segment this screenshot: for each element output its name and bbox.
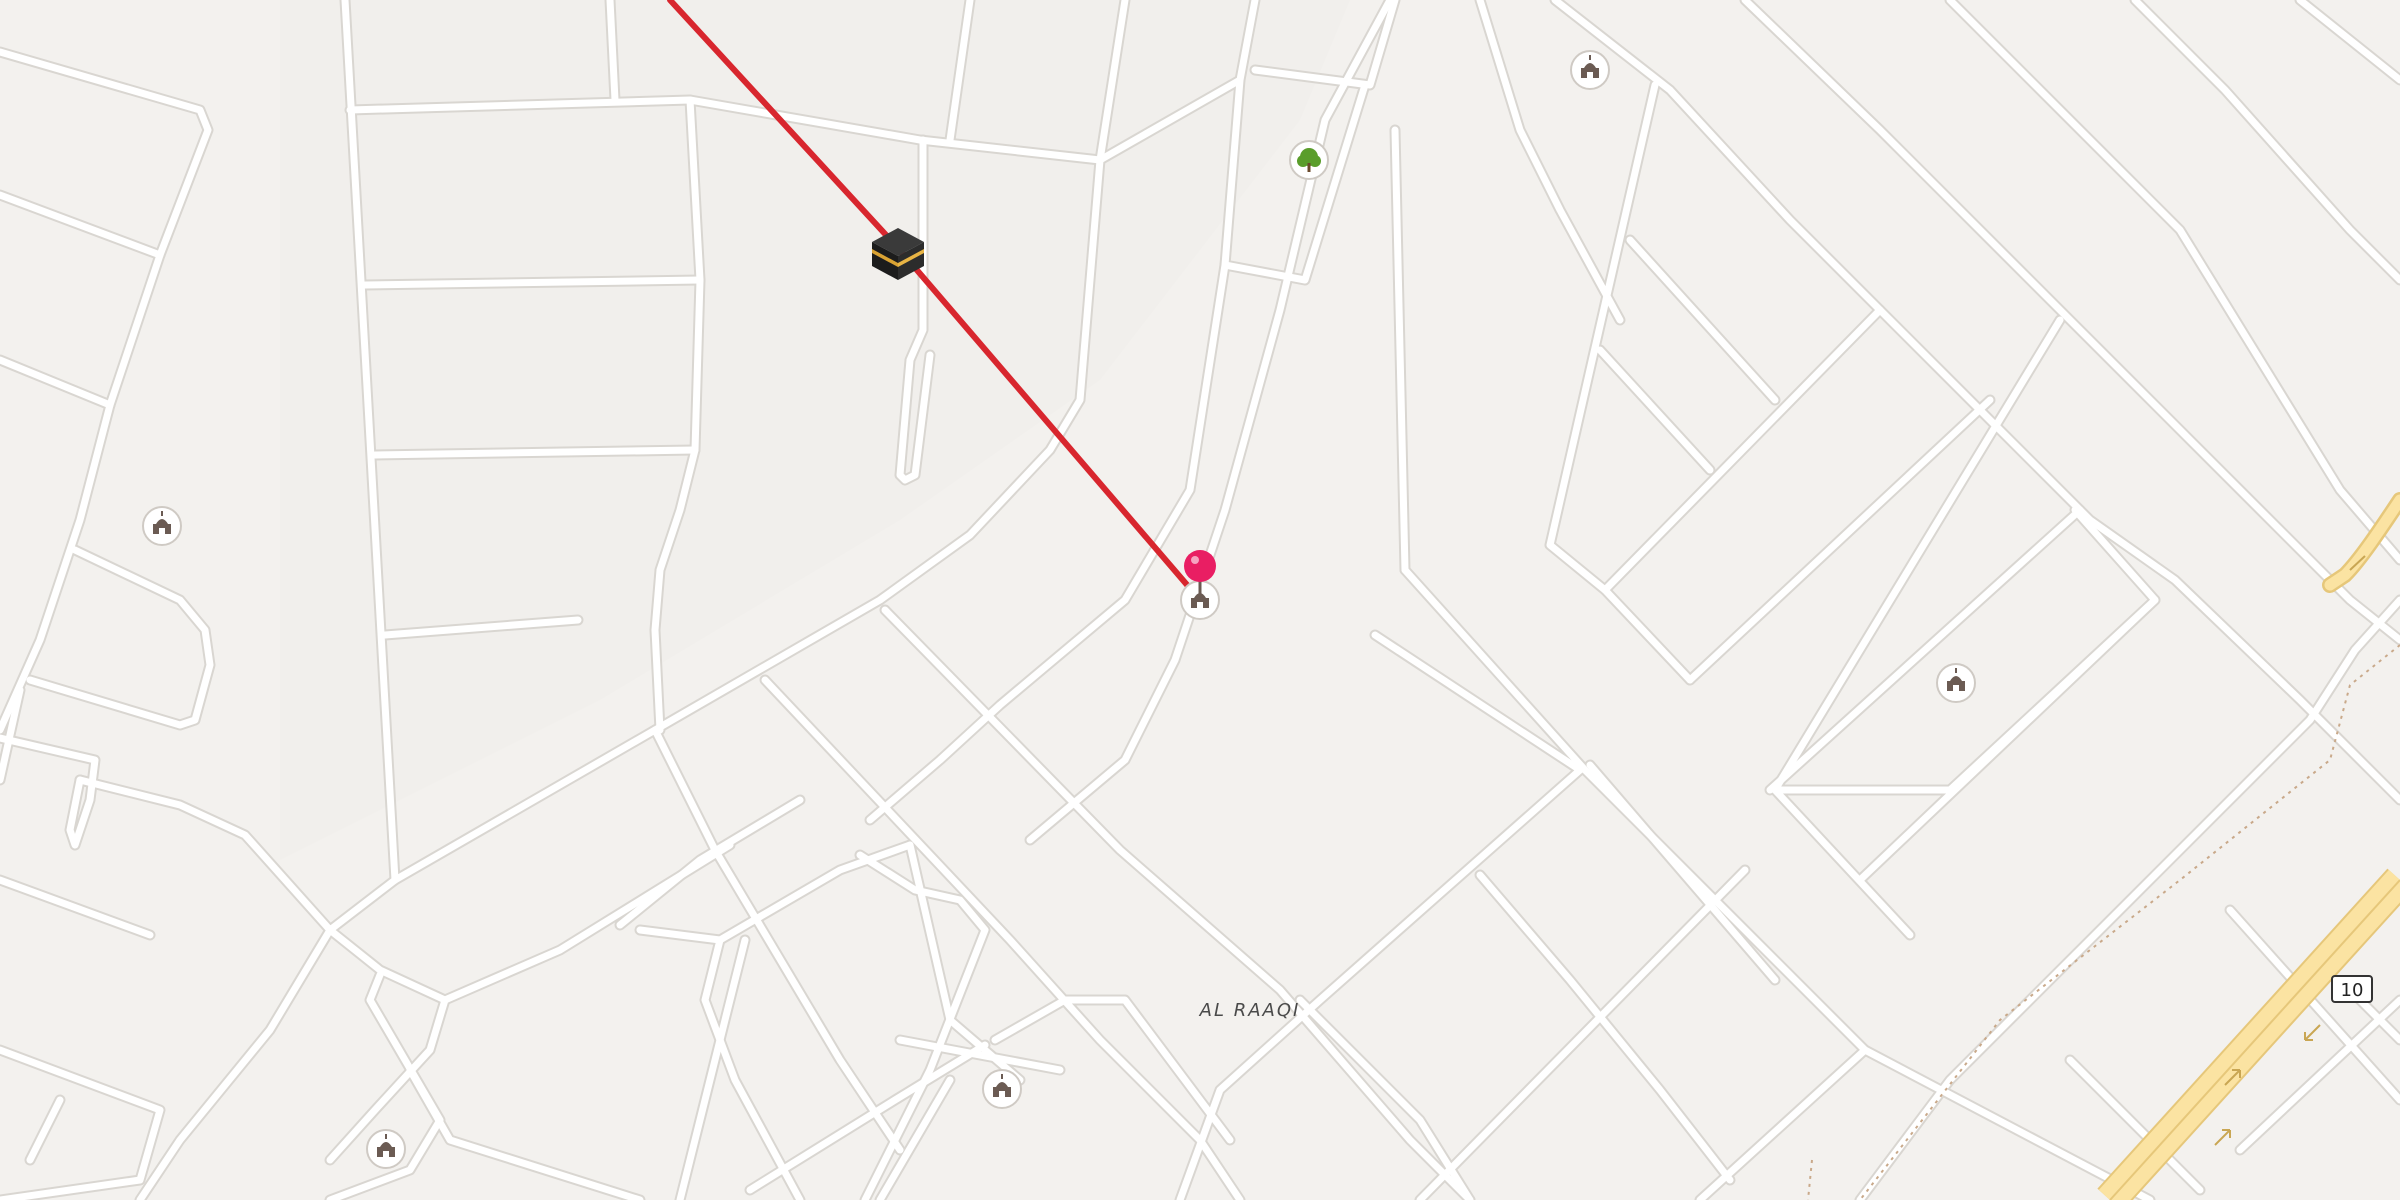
mosque-icon[interactable] bbox=[1936, 663, 1976, 703]
mosque-icon[interactable] bbox=[366, 1129, 406, 1169]
route-shield[interactable]: 10 bbox=[2331, 975, 2373, 1003]
route-shield-number: 10 bbox=[2341, 980, 2364, 1001]
mosque-icon[interactable] bbox=[1570, 50, 1610, 90]
park-icon[interactable] bbox=[1289, 140, 1329, 180]
mosque-icon[interactable] bbox=[142, 506, 182, 546]
map-canvas[interactable]: AL RAAQI 10 bbox=[0, 0, 2400, 1200]
district-label: AL RAAQI bbox=[1199, 1000, 1301, 1021]
mosque-icon[interactable] bbox=[982, 1069, 1022, 1109]
